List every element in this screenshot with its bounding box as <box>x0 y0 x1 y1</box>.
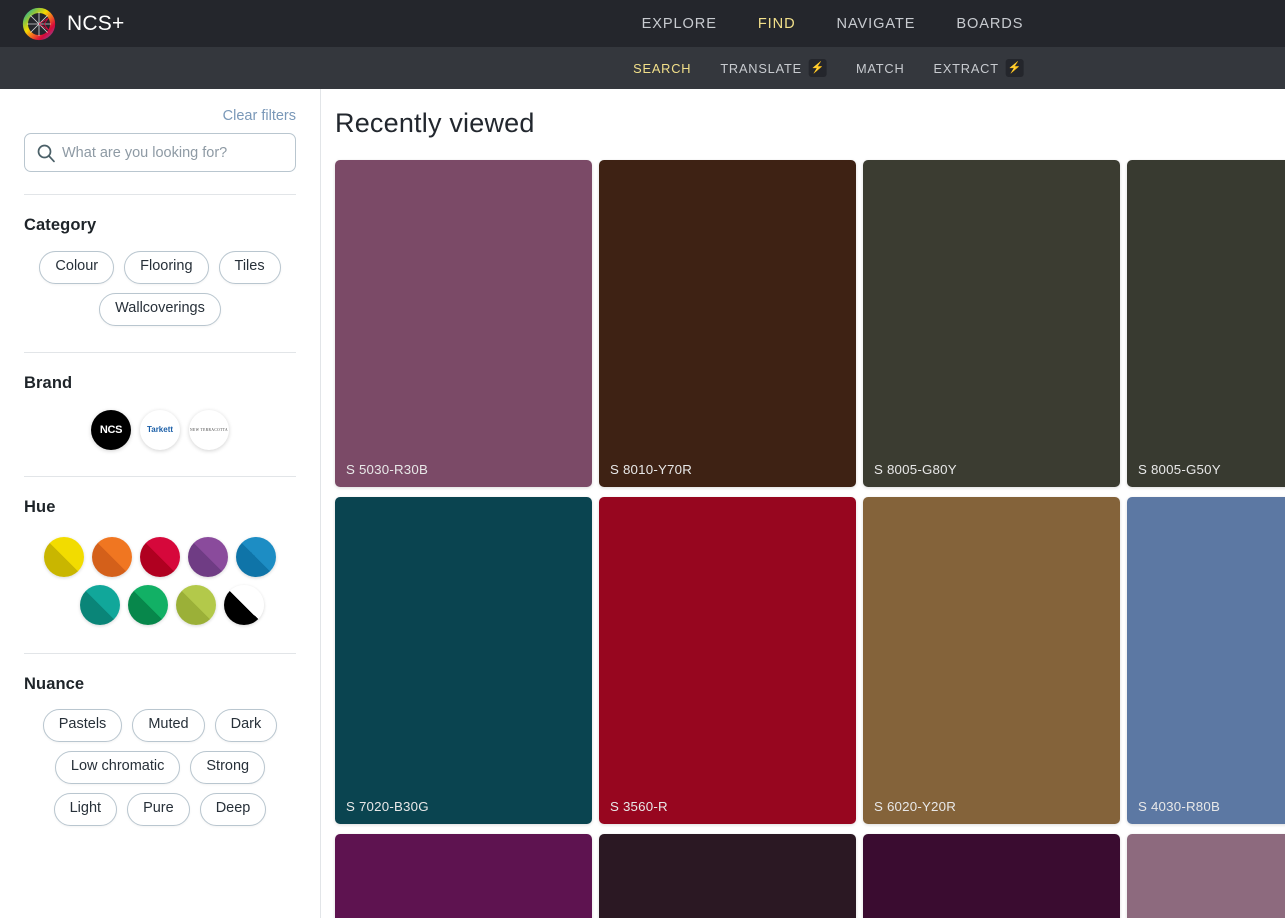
color-tile-grid: S 5030-R30B S 8010-Y70R S 8005-G80Y S 8005-… <box>321 139 1285 918</box>
color-tile-code: S 5030-R30B <box>346 462 428 477</box>
chip-wallcoverings[interactable]: Wallcoverings <box>99 293 221 326</box>
color-tile[interactable]: S 6020-Y20R <box>863 497 1120 824</box>
page-body: Clear filters Category Colour Flooring T… <box>0 89 1285 918</box>
nuance-row-3: Light Pure Deep <box>24 793 296 826</box>
hue-swatch-red[interactable] <box>140 537 180 577</box>
page-title: Recently viewed <box>321 89 1285 139</box>
bolt-icon: ⚡ <box>1006 59 1024 77</box>
hue-swatch-yellow[interactable] <box>44 537 84 577</box>
nuance-chip-rows: Pastels Muted Dark Low chromatic Strong … <box>24 709 296 826</box>
brand-tarkett[interactable]: Tarkett <box>140 410 180 450</box>
sidebar-search-box[interactable] <box>24 133 296 172</box>
clear-filters-button[interactable]: Clear filters <box>223 108 296 124</box>
color-tile[interactable] <box>863 834 1120 918</box>
color-tile[interactable]: S 8010-Y70R <box>599 160 856 487</box>
brand-tarkett-label: Tarkett <box>147 425 173 434</box>
chip-pure[interactable]: Pure <box>127 793 190 826</box>
color-tile-code: S 8005-G80Y <box>874 462 957 477</box>
color-tile-code: S 3560-R <box>610 799 668 814</box>
brand-ncs[interactable]: NCS <box>91 410 131 450</box>
sub-nav: SEARCH TRANSLATE ⚡ MATCH EXTRACT ⚡ <box>633 59 1024 77</box>
subnav-search[interactable]: SEARCH <box>633 61 691 76</box>
filter-sidebar: Clear filters Category Colour Flooring T… <box>0 89 321 918</box>
chip-pastels[interactable]: Pastels <box>43 709 123 742</box>
category-chip-row: Colour Flooring Tiles Wallcoverings <box>24 251 296 326</box>
color-tile[interactable] <box>599 834 856 918</box>
bolt-icon: ⚡ <box>809 59 827 77</box>
search-icon <box>36 143 56 163</box>
color-tile[interactable]: S 5030-R30B <box>335 160 592 487</box>
nav-explore[interactable]: EXPLORE <box>642 16 717 32</box>
chip-flooring[interactable]: Flooring <box>124 251 208 284</box>
brand-logo-row: NCS Tarkett NEW TERRACOTTA <box>24 410 296 450</box>
hue-swatch-orange[interactable] <box>92 537 132 577</box>
chip-deep[interactable]: Deep <box>200 793 267 826</box>
top-navigation-bar: NCS+ EXPLORE FIND NAVIGATE BOARDS <box>0 0 1285 47</box>
color-tile[interactable] <box>1127 834 1285 918</box>
hue-swatch-green[interactable] <box>128 585 168 625</box>
nuance-row-1: Pastels Muted Dark <box>24 709 296 742</box>
nav-navigate[interactable]: NAVIGATE <box>837 16 916 32</box>
hue-filter-section: Hue <box>24 477 296 625</box>
brand-name: NCS+ <box>67 12 124 36</box>
clear-filters-row: Clear filters <box>24 89 296 124</box>
color-tile-code: S 4030-R80B <box>1138 799 1220 814</box>
chip-colour[interactable]: Colour <box>39 251 114 284</box>
hue-swatch-black-white[interactable] <box>224 585 264 625</box>
color-tile-code: S 7020-B30G <box>346 799 429 814</box>
color-tile[interactable]: S 4030-R80B <box>1127 497 1285 824</box>
chip-low-chromatic[interactable]: Low chromatic <box>55 751 180 784</box>
color-tile[interactable] <box>335 834 592 918</box>
main-nav: EXPLORE FIND NAVIGATE BOARDS <box>642 16 1024 32</box>
brand-filter-section: Brand NCS Tarkett NEW TERRACOTTA <box>24 353 296 450</box>
color-wheel-icon <box>22 7 56 41</box>
subnav-extract[interactable]: EXTRACT ⚡ <box>934 59 1024 77</box>
hue-swatch-lime[interactable] <box>176 585 216 625</box>
hue-swatch-grid <box>24 537 296 625</box>
color-tile[interactable]: S 7020-B30G <box>335 497 592 824</box>
chip-muted[interactable]: Muted <box>132 709 204 742</box>
nav-boards[interactable]: BOARDS <box>956 16 1023 32</box>
chip-strong[interactable]: Strong <box>190 751 265 784</box>
color-tile-code: S 8010-Y70R <box>610 462 692 477</box>
brand-new-terracotta[interactable]: NEW TERRACOTTA <box>189 410 229 450</box>
nuance-filter-section: Nuance Pastels Muted Dark Low chromatic … <box>24 654 296 826</box>
hue-row-2 <box>56 585 264 625</box>
nuance-title: Nuance <box>24 675 296 694</box>
color-tile[interactable]: S 8005-G50Y <box>1127 160 1285 487</box>
main-content: Recently viewed S 5030-R30BS 8010-Y70RS … <box>321 89 1285 918</box>
sub-navigation-bar: SEARCH TRANSLATE ⚡ MATCH EXTRACT ⚡ <box>0 47 1285 89</box>
hue-row-1 <box>44 537 276 577</box>
color-tile-code: S 8005-G50Y <box>1138 462 1221 477</box>
subnav-translate-label: TRANSLATE <box>720 61 802 76</box>
subnav-extract-label: EXTRACT <box>934 61 999 76</box>
chip-dark[interactable]: Dark <box>215 709 278 742</box>
color-tile-code: S 6020-Y20R <box>874 799 956 814</box>
hue-title: Hue <box>24 498 296 517</box>
color-tile[interactable]: S 8005-G80Y <box>863 160 1120 487</box>
brand-new-terracotta-label: NEW TERRACOTTA <box>190 428 228 432</box>
subnav-translate[interactable]: TRANSLATE ⚡ <box>720 59 827 77</box>
chip-light[interactable]: Light <box>54 793 117 826</box>
category-title: Category <box>24 216 296 235</box>
hue-swatch-teal[interactable] <box>80 585 120 625</box>
brand-title: Brand <box>24 374 296 393</box>
chip-tiles[interactable]: Tiles <box>219 251 281 284</box>
color-tile[interactable]: S 3560-R <box>599 497 856 824</box>
subnav-match[interactable]: MATCH <box>856 61 905 76</box>
hue-swatch-blue[interactable] <box>236 537 276 577</box>
category-filter-section: Category Colour Flooring Tiles Wallcover… <box>24 195 296 326</box>
nuance-row-2: Low chromatic Strong <box>24 751 296 784</box>
brand-logo-group[interactable]: NCS+ <box>0 7 124 41</box>
search-input[interactable] <box>62 145 284 161</box>
subnav-search-label: SEARCH <box>633 61 691 76</box>
subnav-match-label: MATCH <box>856 61 905 76</box>
hue-swatch-purple[interactable] <box>188 537 228 577</box>
brand-ncs-label: NCS <box>100 424 122 436</box>
nav-find[interactable]: FIND <box>758 16 796 32</box>
